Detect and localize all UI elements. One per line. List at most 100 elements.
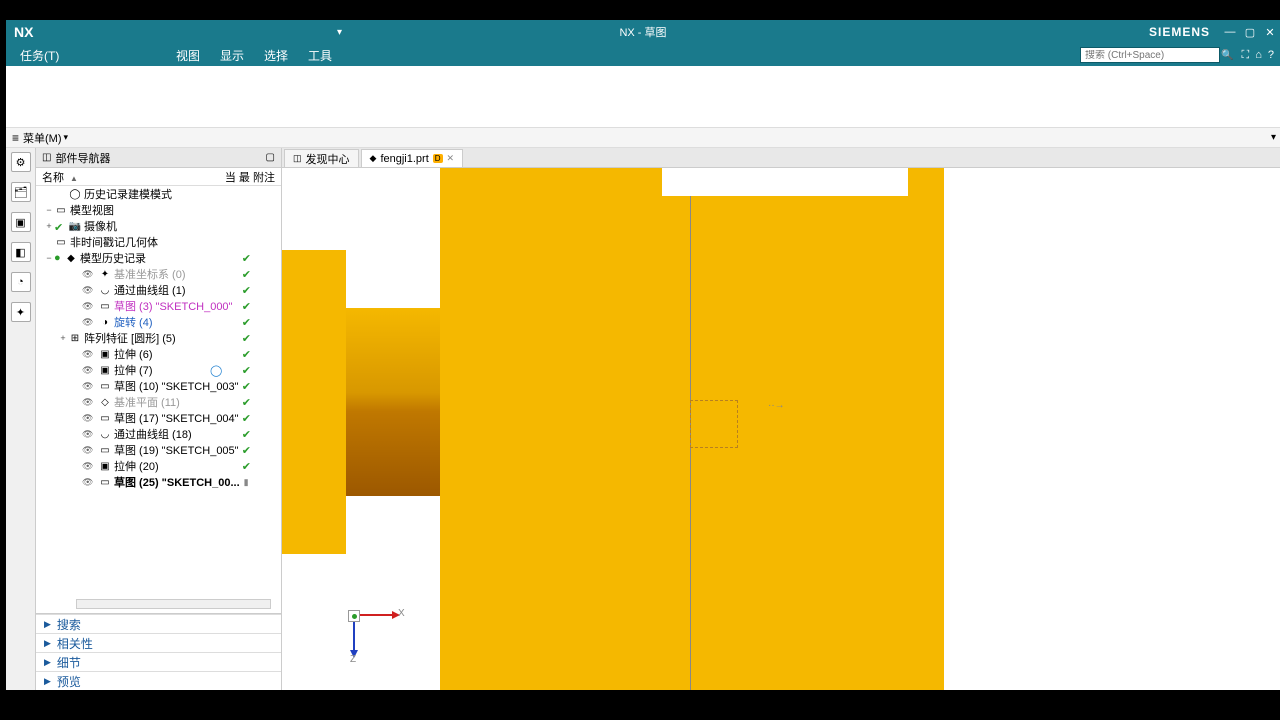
expand-icon[interactable]: +: [58, 333, 68, 343]
app-logo: NX: [6, 24, 41, 40]
visibility-icon[interactable]: 👁: [82, 349, 98, 360]
tree-row[interactable]: +⊞阵列特征 [圆形] (5)✔: [36, 330, 281, 346]
reuse-icon[interactable]: ◧: [11, 242, 31, 262]
column-right[interactable]: 当 最 附注: [221, 169, 281, 185]
chevron-down-icon[interactable]: ▾: [62, 132, 69, 143]
tree-row[interactable]: +✔📷摄像机: [36, 218, 281, 234]
part-navigator-icon[interactable]: 🗂: [11, 182, 31, 202]
tab-close-icon[interactable]: ✕: [447, 153, 455, 164]
command-search[interactable]: 🔍: [1080, 47, 1220, 63]
triad-z-axis[interactable]: [353, 622, 355, 652]
aux-panel-header[interactable]: ▶搜索: [36, 614, 281, 633]
assembly-icon[interactable]: ▣: [11, 212, 31, 232]
triad-origin[interactable]: [348, 610, 360, 622]
visibility-icon[interactable]: 👁: [82, 285, 98, 296]
search-input[interactable]: [1081, 50, 1221, 61]
visibility-icon[interactable]: 👁: [82, 301, 98, 312]
tree-row[interactable]: 👁◡通过曲线组 (18)✔: [36, 426, 281, 442]
visibility-icon[interactable]: 👁: [82, 397, 98, 408]
menu-dropdown-button[interactable]: 菜单(M): [23, 130, 62, 146]
part-cutout: [662, 168, 908, 196]
aux-panel-header[interactable]: ▶相关性: [36, 633, 281, 652]
menu-task[interactable]: 任务(T): [14, 47, 65, 64]
tree-row[interactable]: −▭模型视图: [36, 202, 281, 218]
tree-row[interactable]: 👁▭草图 (17) "SKETCH_004"✔: [36, 410, 281, 426]
tree-row[interactable]: 👁▣拉伸 (20)✔: [36, 458, 281, 474]
feature-type-icon: ▭: [54, 237, 68, 248]
menu-select[interactable]: 选择: [254, 47, 298, 64]
drag-handle-icon[interactable]: ··→: [768, 400, 785, 411]
aux-panel-header[interactable]: ▶预览: [36, 671, 281, 690]
menu-tools[interactable]: 工具: [298, 47, 342, 64]
aux-panel-header[interactable]: ▶细节: [36, 652, 281, 671]
expand-right-icon: ▶: [44, 619, 57, 630]
fullscreen-icon[interactable]: ⛶: [1242, 49, 1250, 62]
visibility-icon[interactable]: 👁: [82, 317, 98, 328]
document-tab[interactable]: ◫发现中心: [284, 149, 359, 167]
tree-row[interactable]: −●◆模型历史记录✔: [36, 250, 281, 266]
part-step-2[interactable]: [346, 308, 440, 496]
menu-view[interactable]: 视图: [166, 47, 210, 64]
tree-row[interactable]: ◯历史记录建模模式: [36, 186, 281, 202]
pin-icon[interactable]: ▢: [266, 152, 275, 163]
feature-type-icon: ✦: [98, 269, 112, 280]
tree-row[interactable]: 👁◇基准平面 (11)✔: [36, 394, 281, 410]
tree-item-label: 草图 (3) "SKETCH_000": [112, 298, 232, 314]
document-tab[interactable]: ◆fengji1.prtD✕: [361, 149, 464, 167]
tree-item-label: 拉伸 (7): [112, 362, 153, 378]
expand-icon[interactable]: −: [44, 205, 54, 215]
visibility-icon[interactable]: 👁: [82, 477, 98, 488]
expand-icon[interactable]: +: [44, 221, 54, 231]
visibility-icon[interactable]: 👁: [82, 381, 98, 392]
home-icon[interactable]: ⌂: [1255, 49, 1262, 62]
checkbox-icon[interactable]: ✔: [54, 221, 66, 231]
tree-item-label: 拉伸 (20): [112, 458, 159, 474]
expand-right-icon: ▶: [44, 676, 57, 687]
tree-row[interactable]: 👁✦基准坐标系 (0)✔: [36, 266, 281, 282]
history-icon[interactable]: ◔: [11, 272, 31, 292]
view-triad[interactable]: X Z: [338, 590, 408, 660]
maximize-button[interactable]: ▢: [1240, 26, 1260, 39]
column-name[interactable]: 名称▲: [36, 169, 221, 185]
graphics-viewport[interactable]: ··→ X Z: [282, 168, 1280, 690]
tree-row[interactable]: 👁▣拉伸 (7)✔◯: [36, 362, 281, 378]
tree-row[interactable]: 👁◑旋转 (4)✔: [36, 314, 281, 330]
visibility-icon[interactable]: 👁: [82, 445, 98, 456]
visibility-icon[interactable]: 👁: [82, 413, 98, 424]
expand-icon[interactable]: −: [44, 253, 54, 263]
search-icon[interactable]: 🔍: [1221, 50, 1233, 61]
minimize-button[interactable]: —: [1220, 26, 1240, 39]
visibility-icon[interactable]: 👁: [82, 365, 98, 376]
help-icon[interactable]: ?: [1268, 49, 1274, 62]
visibility-icon[interactable]: 👁: [82, 461, 98, 472]
expand-right-icon: ▶: [44, 657, 57, 668]
sketch-selection-rect[interactable]: [690, 400, 738, 448]
expand-handle-icon[interactable]: ▾: [1271, 132, 1276, 143]
triad-x-axis[interactable]: [360, 614, 394, 616]
tree-row[interactable]: 👁▭草图 (3) "SKETCH_000"✔: [36, 298, 281, 314]
hamburger-icon[interactable]: ≡: [12, 131, 23, 145]
part-step-1[interactable]: [282, 250, 346, 554]
feature-tree[interactable]: ◯历史记录建模模式−▭模型视图+✔📷摄像机▭非时间戳记几何体−●◆模型历史记录✔…: [36, 186, 281, 597]
tree-row[interactable]: ▭非时间戳记几何体: [36, 234, 281, 250]
horizontal-scrollbar[interactable]: [76, 599, 271, 609]
tree-row[interactable]: 👁◡通过曲线组 (1)✔: [36, 282, 281, 298]
feature-type-icon: 📷: [68, 221, 82, 232]
tree-row[interactable]: 👁▭草图 (10) "SKETCH_003"✔: [36, 378, 281, 394]
close-button[interactable]: ✕: [1260, 26, 1280, 39]
tree-row[interactable]: 👁▭草图 (25) "SKETCH_00...▮: [36, 474, 281, 490]
aux-panels: ▶搜索▶相关性▶细节▶预览: [36, 613, 281, 690]
settings-icon[interactable]: ⚙: [11, 152, 31, 172]
roles-icon[interactable]: ✦: [11, 302, 31, 322]
tree-row[interactable]: 👁▣拉伸 (6)✔: [36, 346, 281, 362]
tree-item-label: 通过曲线组 (1): [112, 282, 186, 298]
visibility-icon[interactable]: 👁: [82, 269, 98, 280]
feature-type-icon: ▭: [98, 445, 112, 456]
qat-dropdown-icon[interactable]: ▾: [331, 27, 348, 38]
tree-row[interactable]: 👁▭草图 (19) "SKETCH_005"✔: [36, 442, 281, 458]
feature-type-icon: ▭: [98, 381, 112, 392]
tree-item-label: 摄像机: [82, 218, 117, 234]
check-icon: ✔: [242, 348, 251, 361]
menu-display[interactable]: 显示: [210, 47, 254, 64]
visibility-icon[interactable]: 👁: [82, 429, 98, 440]
